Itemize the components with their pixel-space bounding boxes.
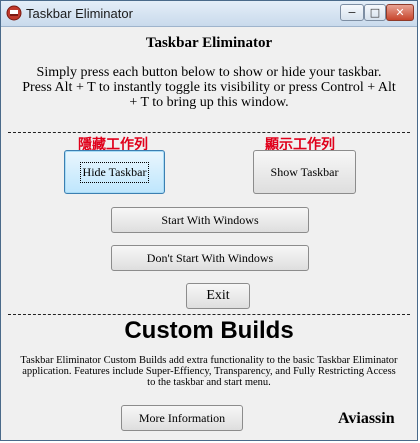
custom-desc-line-3: to the taskbar and start menu. bbox=[147, 377, 271, 388]
show-taskbar-button[interactable]: Show Taskbar bbox=[253, 150, 356, 194]
minimize-button[interactable]: − bbox=[340, 4, 364, 21]
client-area: Taskbar Eliminator Simply press each but… bbox=[8, 27, 410, 435]
close-button[interactable]: ✕ bbox=[386, 4, 414, 21]
title-bar[interactable]: Taskbar Eliminator − □ ✕ bbox=[1, 1, 417, 27]
main-heading: Taskbar Eliminator bbox=[145, 35, 273, 51]
window-title: Taskbar Eliminator bbox=[26, 6, 133, 21]
app-icon bbox=[6, 5, 22, 21]
maximize-button[interactable]: □ bbox=[364, 4, 386, 21]
dont-start-with-windows-button[interactable]: Don't Start With Windows bbox=[111, 245, 309, 271]
start-with-windows-label: Start With Windows bbox=[161, 212, 259, 227]
minimize-icon: − bbox=[347, 6, 357, 19]
exit-button[interactable]: Exit bbox=[186, 283, 250, 309]
instructions-line-3: + T to bring up this window. bbox=[129, 95, 289, 110]
exit-label: Exit bbox=[206, 288, 230, 303]
separator-top bbox=[8, 132, 410, 133]
start-with-windows-button[interactable]: Start With Windows bbox=[111, 207, 309, 233]
instructions-line-2: Press Alt + T to instantly toggle its vi… bbox=[22, 80, 396, 95]
more-information-button[interactable]: More Information bbox=[121, 405, 243, 431]
close-icon: ✕ bbox=[395, 6, 405, 19]
hide-taskbar-button[interactable]: Hide Taskbar bbox=[64, 150, 165, 194]
separator-bottom bbox=[8, 314, 410, 315]
app-window: Taskbar Eliminator − □ ✕ Taskbar Elimina… bbox=[0, 0, 418, 441]
show-taskbar-label: Show Taskbar bbox=[270, 164, 339, 179]
author-label: Aviassin bbox=[338, 410, 395, 427]
custom-builds-heading: Custom Builds bbox=[124, 317, 294, 344]
instructions-line-1: Simply press each button below to show o… bbox=[36, 65, 382, 80]
hide-taskbar-label: Hide Taskbar bbox=[79, 161, 150, 183]
more-information-label: More Information bbox=[138, 410, 226, 425]
custom-desc-line-2: application. Features include Super-Effi… bbox=[22, 366, 396, 377]
maximize-icon: □ bbox=[369, 6, 381, 19]
dont-start-with-windows-label: Don't Start With Windows bbox=[146, 250, 274, 265]
custom-desc-line-1: Taskbar Eliminator Custom Builds add ext… bbox=[20, 355, 398, 366]
